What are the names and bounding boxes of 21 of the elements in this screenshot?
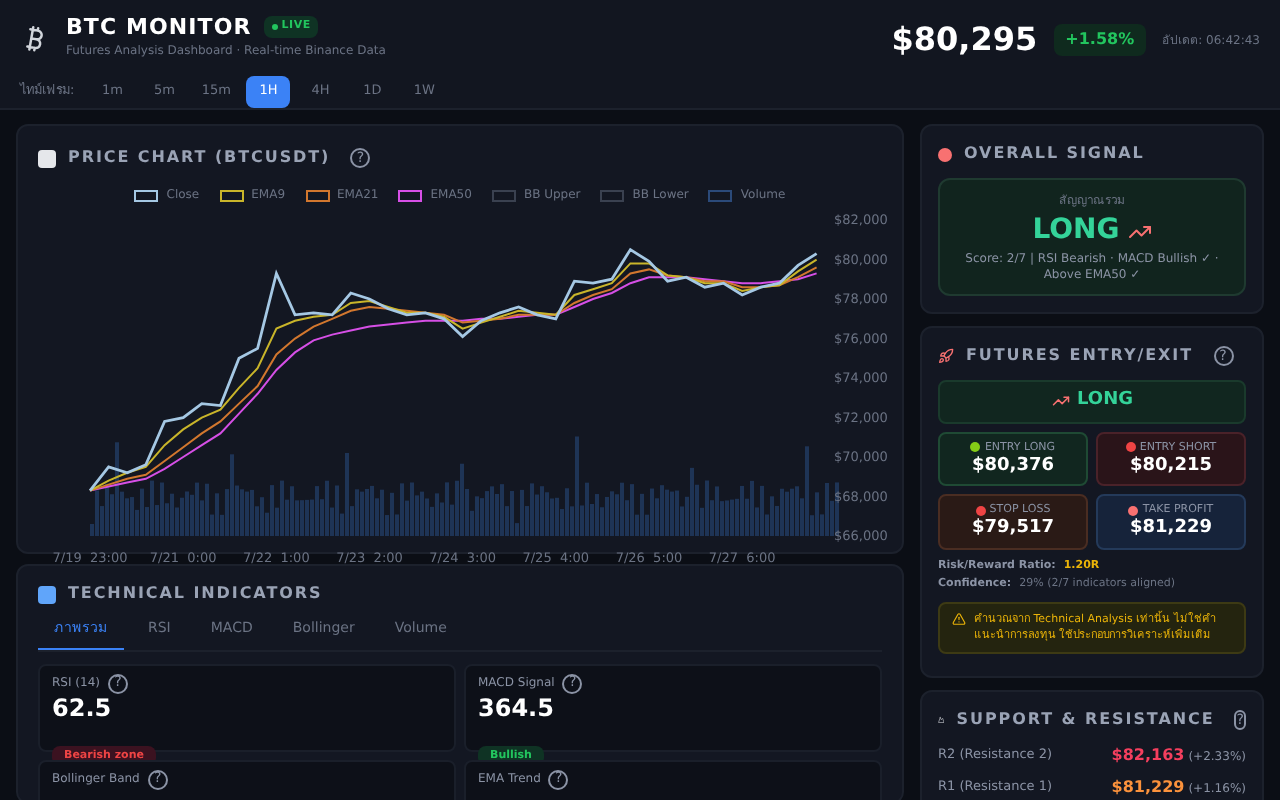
level-price: $81,229 (1130, 518, 1212, 541)
level-price: $80,215 (1130, 455, 1212, 478)
warning-icon (952, 611, 966, 625)
trend-up-icon (1051, 392, 1069, 411)
panel-title: PRICE CHART (BTCUSDT) (68, 146, 331, 170)
panel-title: FUTURES ENTRY/EXIT (966, 344, 1193, 368)
panel-title: OVERALL SIGNAL (964, 142, 1145, 166)
signal-value: LONG (1032, 212, 1120, 250)
panel-title: SUPPORT & RESISTANCE (956, 708, 1215, 732)
level-price: $80,376 (972, 455, 1054, 478)
direction-text: LONG (1077, 388, 1133, 414)
indicator-value: 62.5 (52, 693, 114, 723)
rocket-icon (938, 348, 954, 364)
level-price: $81,229 (1111, 776, 1185, 800)
app-title: BTC MONITOR (66, 16, 252, 38)
price-change-badge: +1.58% (1053, 24, 1147, 56)
indicator-value: 364.5 (478, 693, 556, 723)
current-price: $80,295 (891, 18, 1038, 62)
level-price: $82,163 (1111, 744, 1185, 768)
panel-title: TECHNICAL INDICATORS (68, 582, 323, 606)
level-price: $79,517 (972, 518, 1054, 541)
